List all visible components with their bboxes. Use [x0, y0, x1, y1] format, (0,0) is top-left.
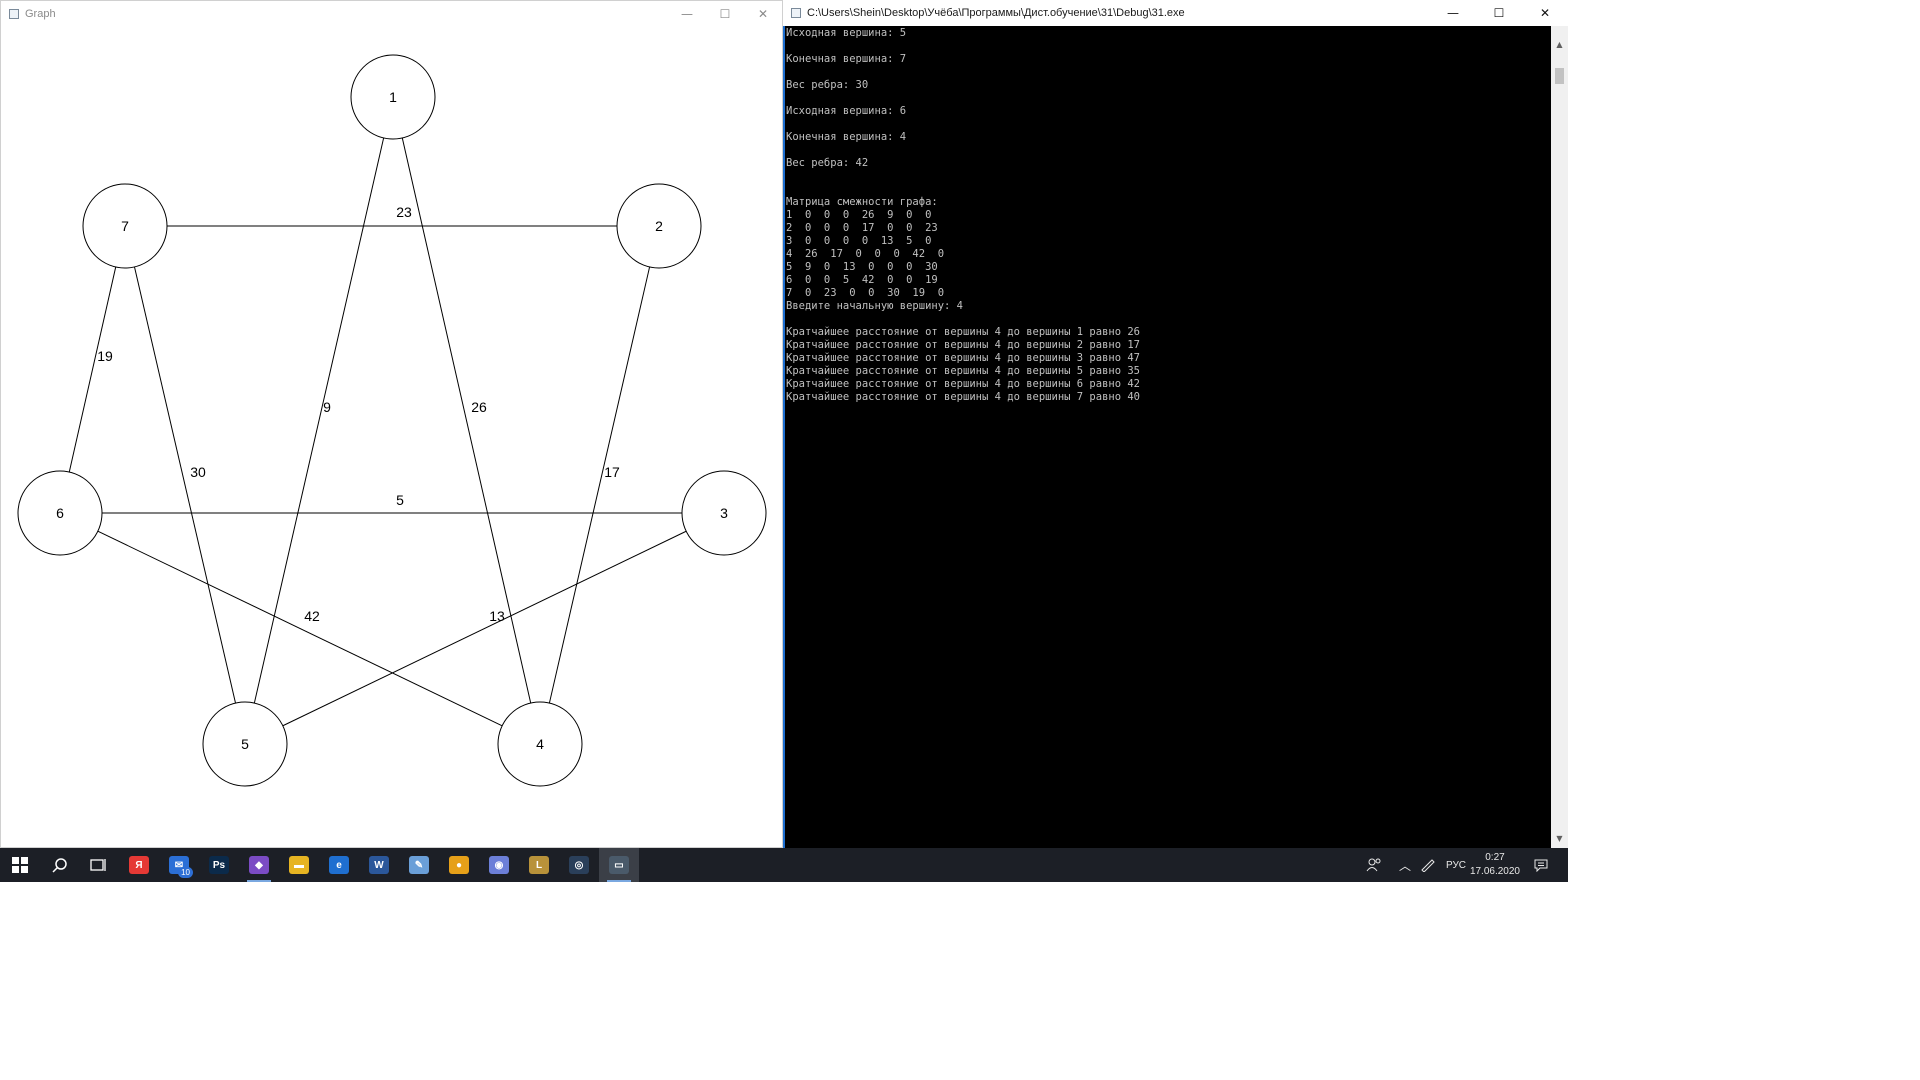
taskbar-app-yandex-browser[interactable]: Я: [119, 848, 159, 882]
paint-icon: ✎: [409, 856, 429, 874]
task-view-icon: [90, 859, 106, 871]
graph-edge-3-5: [282, 530, 687, 727]
node-label: 3: [720, 505, 728, 521]
scroll-thumb[interactable]: [1555, 68, 1564, 84]
graph-edge-7-5: [133, 266, 237, 704]
node-label: 6: [56, 505, 64, 521]
edge-weight-label: 17: [604, 464, 620, 480]
taskbar-app-photoshop[interactable]: Ps: [199, 848, 239, 882]
graph-edge-1-4: [401, 137, 532, 704]
clock-date: 17.06.2020: [1469, 866, 1520, 877]
graph-close-button[interactable]: ✕: [744, 1, 782, 27]
console-window-title: C:\Users\Shein\Desktop\Учёба\Программы\Д…: [807, 7, 1185, 19]
taskbar-app-word[interactable]: W: [359, 848, 399, 882]
discord-icon: ◉: [489, 856, 509, 874]
clock-time: 0:27: [1485, 852, 1505, 863]
edge-weight-label: 13: [489, 608, 505, 624]
node-label: 1: [389, 89, 397, 105]
console-minimize-button[interactable]: —: [1430, 0, 1476, 26]
search-button[interactable]: [40, 848, 80, 882]
scroll-up-arrow-icon[interactable]: ▲: [1551, 40, 1568, 54]
taskbar-app-file-explorer[interactable]: ▬: [279, 848, 319, 882]
scroll-down-arrow-icon[interactable]: ▼: [1551, 834, 1568, 848]
file-explorer-icon: ▬: [289, 856, 309, 874]
graph-canvas: 239 261930 17542 131234567: [17, 54, 767, 787]
edge-weight-label: 30: [190, 464, 206, 480]
action-center-button[interactable]: [1533, 848, 1549, 882]
taskbar-app-steam[interactable]: ◎: [559, 848, 599, 882]
console-output[interactable]: Исходная вершина: 5 Конечная вершина: 7 …: [783, 26, 1551, 848]
taskbar-app-edge[interactable]: e: [319, 848, 359, 882]
graph-window: Graph — ☐ ✕ 23 9 26 19 30 17 5 42 13 1 2 3 4 5 6 7: [0, 0, 783, 848]
console-app-icon: [791, 8, 801, 18]
taskbar-app-mail[interactable]: ✉ 10: [159, 848, 199, 882]
chrome-icon: ●: [449, 856, 469, 874]
console-text: Исходная вершина: 5 Конечная вершина: 7 …: [786, 27, 1141, 403]
windows-logo-icon: [12, 857, 28, 873]
search-icon: [52, 858, 67, 873]
language-indicator[interactable]: РУС: [1446, 848, 1466, 882]
visual-studio-icon: ◆: [249, 856, 269, 874]
word-icon: W: [369, 856, 389, 874]
taskbar: Я ✉ 10 Ps ◆ ▬ e W ✎ ● ◉ L ◎ ▭ ︿ РУС 0:27 17.06.2020: [0, 848, 1568, 882]
edge-weight-label: 42: [304, 608, 320, 624]
notifications-icon: [1534, 859, 1548, 872]
console-maximize-button[interactable]: ☐: [1476, 0, 1522, 26]
console-app-icon: ▭: [609, 856, 629, 874]
graph-edge-6-4: [97, 530, 503, 727]
show-hidden-icons-chevron-icon[interactable]: ︿: [1399, 848, 1411, 882]
graph-minimize-button[interactable]: —: [668, 1, 706, 27]
task-view-button[interactable]: [78, 848, 118, 882]
graph-titlebar[interactable]: Graph — ☐ ✕: [1, 1, 782, 27]
start-button[interactable]: [0, 848, 40, 882]
people-icon[interactable]: [1366, 848, 1382, 882]
taskbar-app-paint[interactable]: ✎: [399, 848, 439, 882]
pen-icon[interactable]: [1420, 848, 1436, 882]
edge-weight-label: 5: [396, 492, 404, 508]
league-icon: L: [529, 856, 549, 874]
console-titlebar[interactable]: C:\Users\Shein\Desktop\Учёба\Программы\Д…: [783, 0, 1568, 26]
taskbar-app-chrome[interactable]: ●: [439, 848, 479, 882]
node-label: 7: [121, 218, 129, 234]
unread-count-badge: 10: [178, 867, 193, 878]
clock[interactable]: 0:27 17.06.2020: [1470, 851, 1520, 879]
graph-maximize-button[interactable]: ☐: [706, 1, 744, 27]
console-close-button[interactable]: ✕: [1522, 0, 1568, 26]
edge-weight-label: 26: [471, 399, 487, 415]
running-indicator: [247, 880, 271, 882]
photoshop-icon: Ps: [209, 856, 229, 874]
graph-edge-7-6: [68, 266, 117, 473]
graph-app-icon: [9, 9, 19, 19]
graph-edge-2-4: [548, 266, 651, 704]
console-scrollbar[interactable]: ▲ ▼: [1551, 26, 1568, 848]
yandex-browser-icon: Я: [129, 856, 149, 874]
steam-icon: ◎: [569, 856, 589, 874]
console-window: C:\Users\Shein\Desktop\Учёба\Программы\Д…: [783, 0, 1568, 848]
taskbar-app-league[interactable]: L: [519, 848, 559, 882]
edge-weight-label: 9: [323, 399, 331, 415]
taskbar-app-console-app[interactable]: ▭: [599, 848, 639, 882]
node-label: 5: [241, 736, 249, 752]
graph-window-title: Graph: [25, 8, 56, 20]
taskbar-app-discord[interactable]: ◉: [479, 848, 519, 882]
running-indicator: [607, 880, 631, 882]
node-label: 2: [655, 218, 663, 234]
edge-icon: e: [329, 856, 349, 874]
edge-weight-label: 23: [396, 204, 412, 220]
edge-weight-label: 19: [97, 348, 113, 364]
taskbar-app-visual-studio[interactable]: ◆: [239, 848, 279, 882]
node-label: 4: [536, 736, 544, 752]
